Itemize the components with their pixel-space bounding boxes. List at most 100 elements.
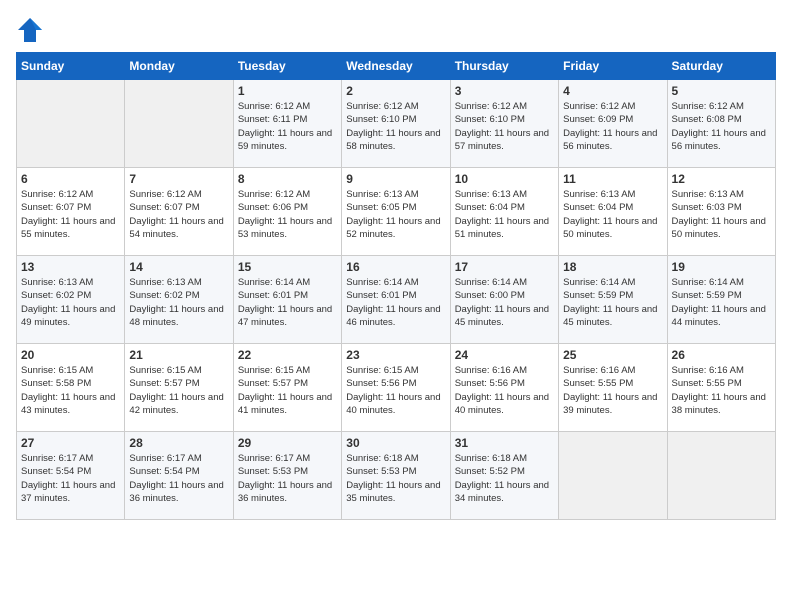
logo-icon xyxy=(16,16,44,44)
day-number: 19 xyxy=(672,260,771,274)
day-number: 27 xyxy=(21,436,120,450)
calendar-cell: 20Sunrise: 6:15 AM Sunset: 5:58 PM Dayli… xyxy=(17,344,125,432)
day-number: 25 xyxy=(563,348,662,362)
day-number: 12 xyxy=(672,172,771,186)
calendar-cell: 1 Sunrise: 6:12 AM Sunset: 6:11 PM Daylig… xyxy=(233,80,341,168)
day-info: Sunrise: 6:14 AM Sunset: 6:00 PM Dayligh… xyxy=(455,276,554,329)
day-info: Sunrise: 6:12 AM Sunset: 6:10 PM Dayligh… xyxy=(455,100,554,153)
calendar-cell: 25 Sunrise: 6:16 AM Sunset: 5:55 PM Dayli… xyxy=(559,344,667,432)
weekday-header: Wednesday xyxy=(342,53,450,80)
calendar-cell: 9 Sunrise: 6:13 AM Sunset: 6:05 PM Daylig… xyxy=(342,168,450,256)
day-number: 31 xyxy=(455,436,554,450)
day-info: Sunrise: 6:15 AM Sunset: 5:57 PM Dayligh… xyxy=(129,364,228,417)
day-info: Sunrise: 6:13 AM Sunset: 6:04 PM Dayligh… xyxy=(455,188,554,241)
calendar-cell: 27 Sunrise: 6:17 AM Sunset: 5:54 PM Dayli… xyxy=(17,432,125,520)
day-number: 7 xyxy=(129,172,228,186)
day-info: Sunrise: 6:17 AM Sunset: 5:53 PM Dayligh… xyxy=(238,452,337,505)
calendar-cell: 15 Sunrise: 6:14 AM Sunset: 6:01 PM Dayli… xyxy=(233,256,341,344)
calendar-cell: 31 Sunrise: 6:18 AM Sunset: 5:52 PM Dayli… xyxy=(450,432,558,520)
day-info: Sunrise: 6:15 AM Sunset: 5:57 PM Dayligh… xyxy=(238,364,337,417)
day-number: 14 xyxy=(129,260,228,274)
calendar-cell xyxy=(667,432,775,520)
day-number: 5 xyxy=(672,84,771,98)
day-number: 3 xyxy=(455,84,554,98)
day-number: 10 xyxy=(455,172,554,186)
calendar-week-row: 27 Sunrise: 6:17 AM Sunset: 5:54 PM Dayli… xyxy=(17,432,776,520)
weekday-header: Monday xyxy=(125,53,233,80)
calendar-cell: 13 Sunrise: 6:13 AM Sunset: 6:02 PM Dayli… xyxy=(17,256,125,344)
calendar-table: SundayMondayTuesdayWednesdayThursdayFrid… xyxy=(16,52,776,520)
day-number: 4 xyxy=(563,84,662,98)
day-info: Sunrise: 6:13 AM Sunset: 6:05 PM Dayligh… xyxy=(346,188,445,241)
day-info: Sunrise: 6:16 AM Sunset: 5:55 PM Dayligh… xyxy=(672,364,771,417)
day-info: Sunrise: 6:18 AM Sunset: 5:53 PM Dayligh… xyxy=(346,452,445,505)
calendar-cell: 30 Sunrise: 6:18 AM Sunset: 5:53 PM Dayli… xyxy=(342,432,450,520)
calendar-cell: 23Sunrise: 6:15 AM Sunset: 5:56 PM Dayli… xyxy=(342,344,450,432)
day-number: 6 xyxy=(21,172,120,186)
day-info: Sunrise: 6:13 AM Sunset: 6:04 PM Dayligh… xyxy=(563,188,662,241)
calendar-cell: 17 Sunrise: 6:14 AM Sunset: 6:00 PM Dayli… xyxy=(450,256,558,344)
calendar-cell: 4Sunrise: 6:12 AM Sunset: 6:09 PM Daylig… xyxy=(559,80,667,168)
calendar-cell xyxy=(559,432,667,520)
calendar-cell: 12Sunrise: 6:13 AM Sunset: 6:03 PM Dayli… xyxy=(667,168,775,256)
calendar-cell: 16Sunrise: 6:14 AM Sunset: 6:01 PM Dayli… xyxy=(342,256,450,344)
calendar-cell: 26 Sunrise: 6:16 AM Sunset: 5:55 PM Dayli… xyxy=(667,344,775,432)
day-number: 22 xyxy=(238,348,337,362)
day-info: Sunrise: 6:17 AM Sunset: 5:54 PM Dayligh… xyxy=(129,452,228,505)
day-info: Sunrise: 6:18 AM Sunset: 5:52 PM Dayligh… xyxy=(455,452,554,505)
day-info: Sunrise: 6:12 AM Sunset: 6:07 PM Dayligh… xyxy=(129,188,228,241)
calendar-cell: 8 Sunrise: 6:12 AM Sunset: 6:06 PM Daylig… xyxy=(233,168,341,256)
day-info: Sunrise: 6:14 AM Sunset: 5:59 PM Dayligh… xyxy=(563,276,662,329)
calendar-cell: 18 Sunrise: 6:14 AM Sunset: 5:59 PM Dayli… xyxy=(559,256,667,344)
day-number: 28 xyxy=(129,436,228,450)
weekday-header-row: SundayMondayTuesdayWednesdayThursdayFrid… xyxy=(17,53,776,80)
page-header xyxy=(16,16,776,44)
calendar-week-row: 13 Sunrise: 6:13 AM Sunset: 6:02 PM Dayli… xyxy=(17,256,776,344)
day-number: 15 xyxy=(238,260,337,274)
day-info: Sunrise: 6:13 AM Sunset: 6:02 PM Dayligh… xyxy=(129,276,228,329)
day-number: 26 xyxy=(672,348,771,362)
day-number: 2 xyxy=(346,84,445,98)
day-number: 11 xyxy=(563,172,662,186)
day-info: Sunrise: 6:17 AM Sunset: 5:54 PM Dayligh… xyxy=(21,452,120,505)
calendar-cell: 2Sunrise: 6:12 AM Sunset: 6:10 PM Daylig… xyxy=(342,80,450,168)
day-info: Sunrise: 6:12 AM Sunset: 6:07 PM Dayligh… xyxy=(21,188,120,241)
day-info: Sunrise: 6:16 AM Sunset: 5:56 PM Dayligh… xyxy=(455,364,554,417)
day-info: Sunrise: 6:12 AM Sunset: 6:11 PM Dayligh… xyxy=(238,100,337,153)
calendar-week-row: 20Sunrise: 6:15 AM Sunset: 5:58 PM Dayli… xyxy=(17,344,776,432)
weekday-header: Thursday xyxy=(450,53,558,80)
weekday-header: Saturday xyxy=(667,53,775,80)
calendar-cell: 7 Sunrise: 6:12 AM Sunset: 6:07 PM Daylig… xyxy=(125,168,233,256)
calendar-cell: 21 Sunrise: 6:15 AM Sunset: 5:57 PM Dayli… xyxy=(125,344,233,432)
day-number: 9 xyxy=(346,172,445,186)
day-info: Sunrise: 6:12 AM Sunset: 6:06 PM Dayligh… xyxy=(238,188,337,241)
calendar-week-row: 6 Sunrise: 6:12 AM Sunset: 6:07 PM Daylig… xyxy=(17,168,776,256)
logo xyxy=(16,16,48,44)
calendar-cell xyxy=(17,80,125,168)
calendar-cell: 28 Sunrise: 6:17 AM Sunset: 5:54 PM Dayli… xyxy=(125,432,233,520)
calendar-cell: 22 Sunrise: 6:15 AM Sunset: 5:57 PM Dayli… xyxy=(233,344,341,432)
day-info: Sunrise: 6:14 AM Sunset: 6:01 PM Dayligh… xyxy=(346,276,445,329)
day-info: Sunrise: 6:15 AM Sunset: 5:58 PM Dayligh… xyxy=(21,364,120,417)
calendar-cell xyxy=(125,80,233,168)
day-number: 30 xyxy=(346,436,445,450)
day-number: 17 xyxy=(455,260,554,274)
day-number: 21 xyxy=(129,348,228,362)
day-number: 13 xyxy=(21,260,120,274)
calendar-cell: 11 Sunrise: 6:13 AM Sunset: 6:04 PM Dayli… xyxy=(559,168,667,256)
day-number: 1 xyxy=(238,84,337,98)
day-number: 24 xyxy=(455,348,554,362)
day-info: Sunrise: 6:13 AM Sunset: 6:02 PM Dayligh… xyxy=(21,276,120,329)
day-info: Sunrise: 6:14 AM Sunset: 5:59 PM Dayligh… xyxy=(672,276,771,329)
weekday-header: Sunday xyxy=(17,53,125,80)
calendar-cell: 5 Sunrise: 6:12 AM Sunset: 6:08 PM Daylig… xyxy=(667,80,775,168)
day-number: 29 xyxy=(238,436,337,450)
day-info: Sunrise: 6:14 AM Sunset: 6:01 PM Dayligh… xyxy=(238,276,337,329)
calendar-cell: 3 Sunrise: 6:12 AM Sunset: 6:10 PM Daylig… xyxy=(450,80,558,168)
calendar-cell: 10 Sunrise: 6:13 AM Sunset: 6:04 PM Dayli… xyxy=(450,168,558,256)
day-number: 18 xyxy=(563,260,662,274)
day-info: Sunrise: 6:16 AM Sunset: 5:55 PM Dayligh… xyxy=(563,364,662,417)
day-info: Sunrise: 6:12 AM Sunset: 6:08 PM Dayligh… xyxy=(672,100,771,153)
calendar-week-row: 1 Sunrise: 6:12 AM Sunset: 6:11 PM Daylig… xyxy=(17,80,776,168)
day-number: 8 xyxy=(238,172,337,186)
